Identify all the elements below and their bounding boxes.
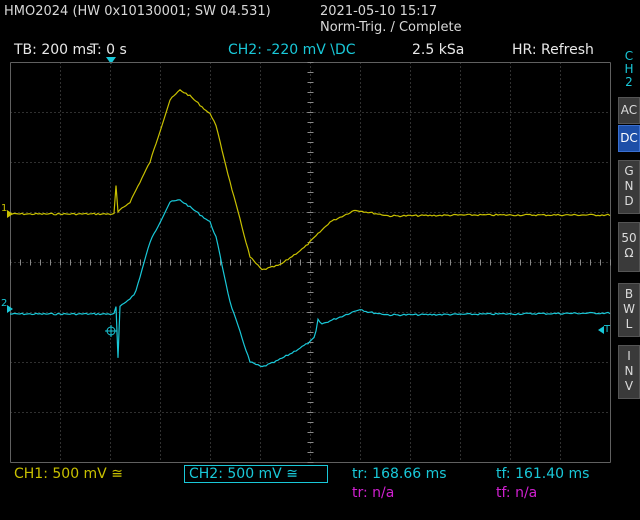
ch2-rise-time: tr: 168.66 ms	[352, 466, 447, 482]
coupling-dc-button[interactable]: DC	[618, 125, 640, 152]
math-rise-time: tr: n/a	[352, 485, 395, 501]
waveform-display[interactable]	[10, 62, 611, 463]
invert-button[interactable]: I N V	[618, 345, 640, 399]
ch1-scale[interactable]: CH1: 500 mV ≅	[14, 466, 123, 482]
bandwidth-limit-button[interactable]: B W L	[618, 283, 640, 337]
datetime: 2021-05-10 15:17	[320, 4, 438, 19]
coupling-ac-button[interactable]: AC	[618, 97, 640, 124]
trigger-crosshair-icon	[105, 325, 117, 337]
side-channel-label: C H 2	[624, 49, 634, 89]
channel-setting[interactable]: CH2: -220 mV \DC	[228, 42, 356, 58]
timebase-readout[interactable]: TB: 200 ms	[14, 42, 93, 58]
sample-rate: 2.5 kSa	[412, 42, 465, 58]
graticule-ticks	[10, 62, 611, 463]
math-fall-time: tf: n/a	[496, 485, 538, 501]
trigger-level-marker[interactable]: T	[604, 324, 610, 335]
trigger-status: Norm-Trig. / Complete	[320, 20, 462, 35]
hr-mode[interactable]: HR: Refresh	[512, 42, 594, 58]
trigger-time-readout[interactable]: T: 0 s	[90, 42, 127, 58]
ch1-marker-arrow-icon	[7, 210, 13, 218]
ch2-fall-time: tf: 161.40 ms	[496, 466, 590, 482]
ch2-marker-arrow-icon	[7, 305, 13, 313]
device-info: HMO2024 (HW 0x10130001; SW 04.531)	[4, 4, 271, 19]
coupling-gnd-button[interactable]: G N D	[618, 160, 640, 214]
ch2-scale[interactable]: CH2: 500 mV ≅	[184, 465, 328, 483]
impedance-50-ohm-button[interactable]: 50 Ω	[618, 222, 640, 272]
